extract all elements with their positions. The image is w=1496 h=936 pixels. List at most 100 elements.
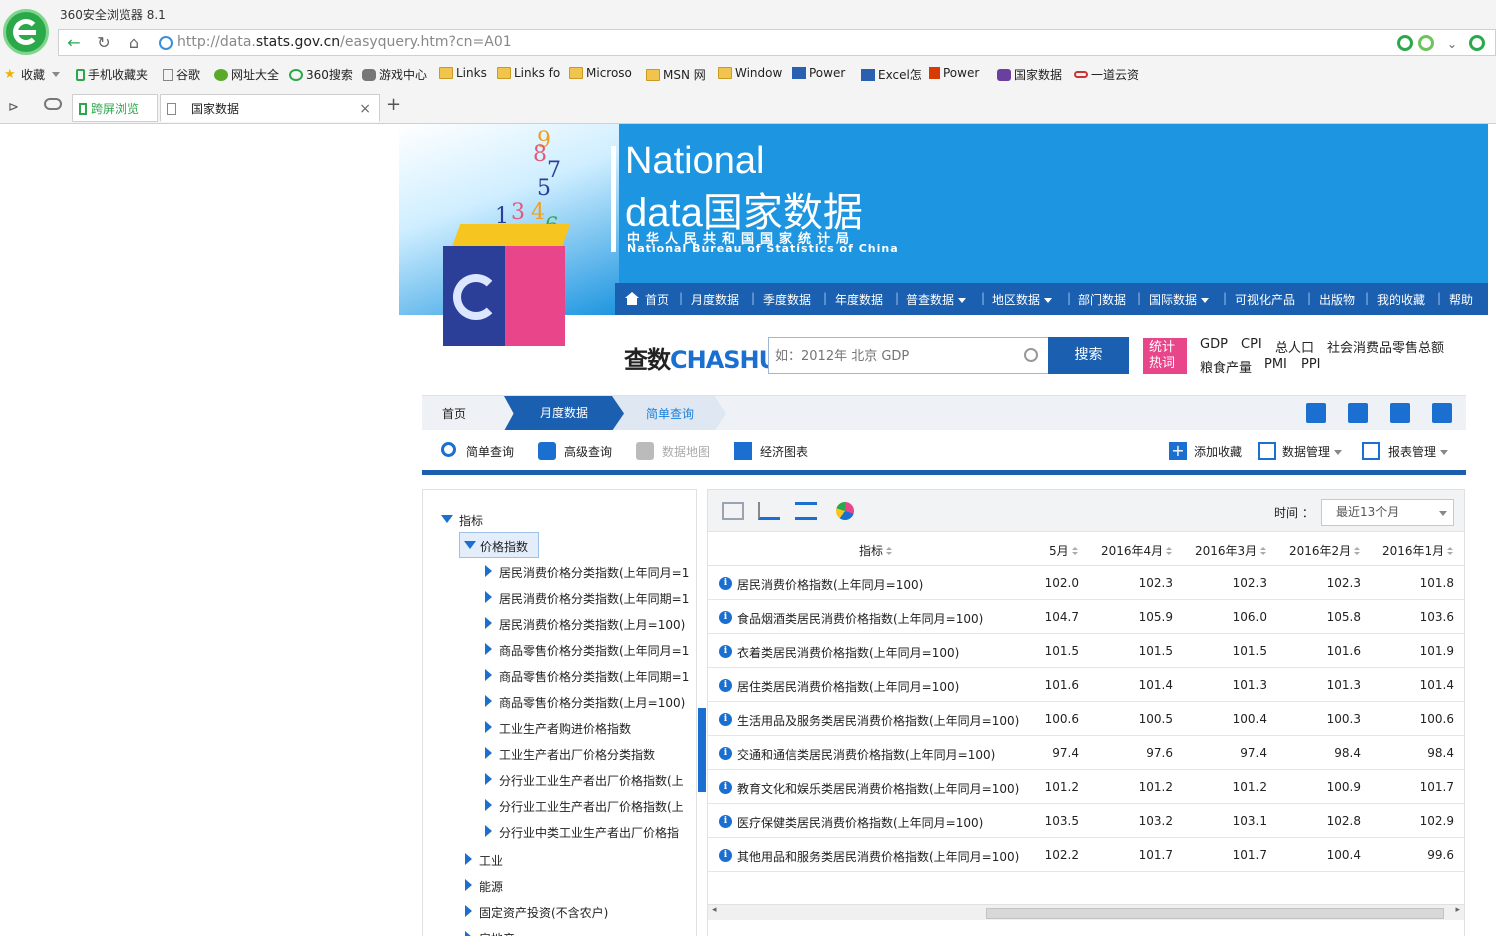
chevron-down-icon[interactable]: ⌄ [1441, 33, 1463, 55]
collapsed-arrow-icon[interactable] [485, 773, 492, 785]
info-icon[interactable]: i [719, 815, 732, 828]
home-icon[interactable] [625, 292, 639, 305]
table-row[interactable]: i 教育文化和娱乐类居民消费价格指数(上年同月=100) 101.2 101.2 101… [708, 770, 1464, 804]
collapsed-arrow-icon[interactable] [485, 747, 492, 759]
close-icon[interactable]: × [359, 95, 371, 123]
bookmark-folder[interactable]: Links fo [497, 66, 560, 80]
collapsed-arrow-icon[interactable] [465, 853, 472, 865]
site-info-icon[interactable] [159, 36, 173, 50]
home-icon[interactable]: ⌂ [123, 32, 145, 54]
refresh-icon[interactable]: ↻ [93, 32, 115, 54]
hot-word-gdp[interactable]: GDP [1200, 337, 1228, 352]
info-icon[interactable]: i [719, 645, 732, 658]
nav-publications[interactable]: 出版物 [1319, 291, 1355, 308]
header-col-3[interactable]: 2016年3月 [1195, 542, 1267, 559]
table-row[interactable]: i 居民消费价格指数(上年同月=100) 102.0 102.3 102.3 102.3 1… [708, 566, 1464, 600]
collapsed-arrow-icon[interactable] [485, 565, 492, 577]
bookmark-item[interactable]: 游戏中心 [362, 66, 427, 83]
bookmark-item[interactable]: 一道云资 [1074, 66, 1139, 83]
nav-annual[interactable]: 年度数据 [835, 291, 883, 308]
nav-census[interactable]: 普查数据 [906, 291, 967, 308]
tool-add-favorite[interactable]: 添加收藏 [1194, 443, 1242, 460]
info-icon[interactable]: i [719, 611, 732, 624]
collapsed-arrow-icon[interactable] [465, 905, 472, 917]
sidebar-toggle-icon[interactable]: ⊳ [8, 100, 19, 115]
table-row[interactable]: i 生活用品及服务类居民消费价格指数(上年同月=100) 100.6 100.5 100… [708, 702, 1464, 736]
collapsed-arrow-icon[interactable] [485, 617, 492, 629]
bookmark-item[interactable]: Power [929, 66, 979, 80]
tab-current[interactable]: 国家数据 × [160, 94, 380, 122]
scrollbar-thumb[interactable] [986, 908, 1444, 919]
address-bar[interactable]: ← ↻ ⌂ http://data.stats.gov.cn/easyquery… [58, 29, 1496, 56]
download-icon[interactable] [1306, 403, 1326, 423]
hot-word-cpi[interactable]: CPI [1241, 337, 1262, 352]
breadcrumb-monthly[interactable]: 月度数据 [504, 396, 624, 431]
collapsed-arrow-icon[interactable] [485, 643, 492, 655]
bookmark-item[interactable]: 谷歌 [163, 66, 200, 83]
collapsed-arrow-icon[interactable] [465, 931, 472, 936]
table-row[interactable]: i 居住类居民消费价格指数(上年同月=100) 101.6 101.4 101.3 101… [708, 668, 1464, 702]
bookmark-item[interactable]: 网址大全 [214, 66, 279, 83]
new-tab-plus-icon[interactable]: + [386, 94, 401, 115]
search-box[interactable] [768, 337, 1049, 374]
table-row[interactable]: i 衣着类居民消费价格指数(上年同月=100) 101.5 101.5 101.5 101… [708, 634, 1464, 668]
url-text[interactable]: http://data.stats.gov.cn/easyquery.htm?c… [177, 34, 512, 50]
search-input[interactable] [775, 344, 1015, 368]
info-icon[interactable]: i [719, 747, 732, 760]
table-row[interactable]: i 其他用品和服务类居民消费价格指数(上年同月=100) 102.2 101.7 101… [708, 838, 1464, 872]
table-row[interactable]: i 医疗保健类居民消费价格指数(上年同月=100) 103.5 103.2 103.1 1… [708, 804, 1464, 838]
header-indicator[interactable]: 指标 [859, 542, 893, 559]
horizontal-bar-icon[interactable] [795, 502, 817, 520]
hot-word-population[interactable]: 总人口 [1275, 337, 1314, 356]
bookmark-favorites[interactable]: ★ 收藏 [4, 66, 61, 83]
tree-node-selected[interactable]: 价格指数 [459, 532, 539, 558]
collapsed-arrow-icon[interactable] [485, 825, 492, 837]
tab-cross-screen[interactable]: 跨屏浏览 [72, 94, 158, 122]
bookmark-folder[interactable]: MSN 网 [646, 66, 706, 83]
collapsed-arrow-icon[interactable] [485, 799, 492, 811]
copy-icon[interactable] [1348, 403, 1368, 423]
tool-economic-charts[interactable]: 经济图表 [760, 443, 808, 460]
bookmark-item[interactable]: Power [792, 66, 845, 80]
tool-report-management[interactable]: 报表管理 [1388, 443, 1449, 460]
info-icon[interactable]: i [719, 781, 732, 794]
hot-word-grain[interactable]: 粮食产量 [1200, 357, 1252, 376]
collapsed-arrow-icon[interactable] [485, 591, 492, 603]
search-button[interactable]: 搜索 [1048, 337, 1129, 374]
compat-mode-icon[interactable] [1418, 35, 1434, 51]
scroll-right-icon[interactable]: ▸ [1455, 905, 1460, 915]
hot-word-pmi[interactable]: PMI [1264, 357, 1287, 372]
bookmark-item[interactable]: 手机收藏夹 [76, 66, 148, 83]
search-engine-icon[interactable] [1469, 35, 1485, 51]
collapsed-arrow-icon[interactable] [485, 695, 492, 707]
pie-chart-icon[interactable] [836, 502, 854, 520]
tool-advanced-query[interactable]: 高级查询 [564, 443, 612, 460]
print-icon[interactable] [1390, 403, 1410, 423]
info-icon[interactable]: i [719, 679, 732, 692]
info-icon[interactable]: i [719, 577, 732, 590]
tree-scrollbar[interactable] [698, 708, 706, 792]
bookmark-folder[interactable]: Window [718, 66, 782, 80]
speed-mode-icon[interactable] [1397, 35, 1413, 51]
info-icon[interactable]: i [719, 713, 732, 726]
table-row[interactable]: i 食品烟酒类居民消费价格指数(上年同月=100) 104.7 105.9 106.0 1… [708, 600, 1464, 634]
scroll-left-icon[interactable]: ◂ [712, 905, 717, 915]
bookmark-item[interactable]: Excel怎 [861, 66, 922, 83]
bar-chart-icon[interactable] [758, 502, 780, 520]
horizontal-scrollbar[interactable]: ◂ ▸ [708, 904, 1464, 920]
hot-word-retail[interactable]: 社会消费品零售总额 [1327, 337, 1444, 356]
header-col-2[interactable]: 2016年4月 [1101, 542, 1173, 559]
collapsed-arrow-icon[interactable] [485, 721, 492, 733]
nav-favorites[interactable]: 我的收藏 [1377, 291, 1425, 308]
header-col-5[interactable]: 2016年1月 [1382, 542, 1454, 559]
cloud-icon[interactable] [44, 98, 62, 110]
tool-simple-query[interactable]: 简单查询 [466, 443, 514, 460]
nav-home[interactable]: 首页 [645, 291, 669, 308]
hot-word-ppi[interactable]: PPI [1301, 357, 1321, 372]
header-col-1[interactable]: 5月 [1049, 542, 1078, 559]
bookmark-folder[interactable]: Microso [569, 66, 632, 80]
tool-data-management[interactable]: 数据管理 [1282, 443, 1343, 460]
nav-monthly[interactable]: 月度数据 [691, 291, 739, 308]
nav-international[interactable]: 国际数据 [1149, 291, 1210, 308]
breadcrumb-home[interactable]: 首页 [442, 405, 466, 422]
